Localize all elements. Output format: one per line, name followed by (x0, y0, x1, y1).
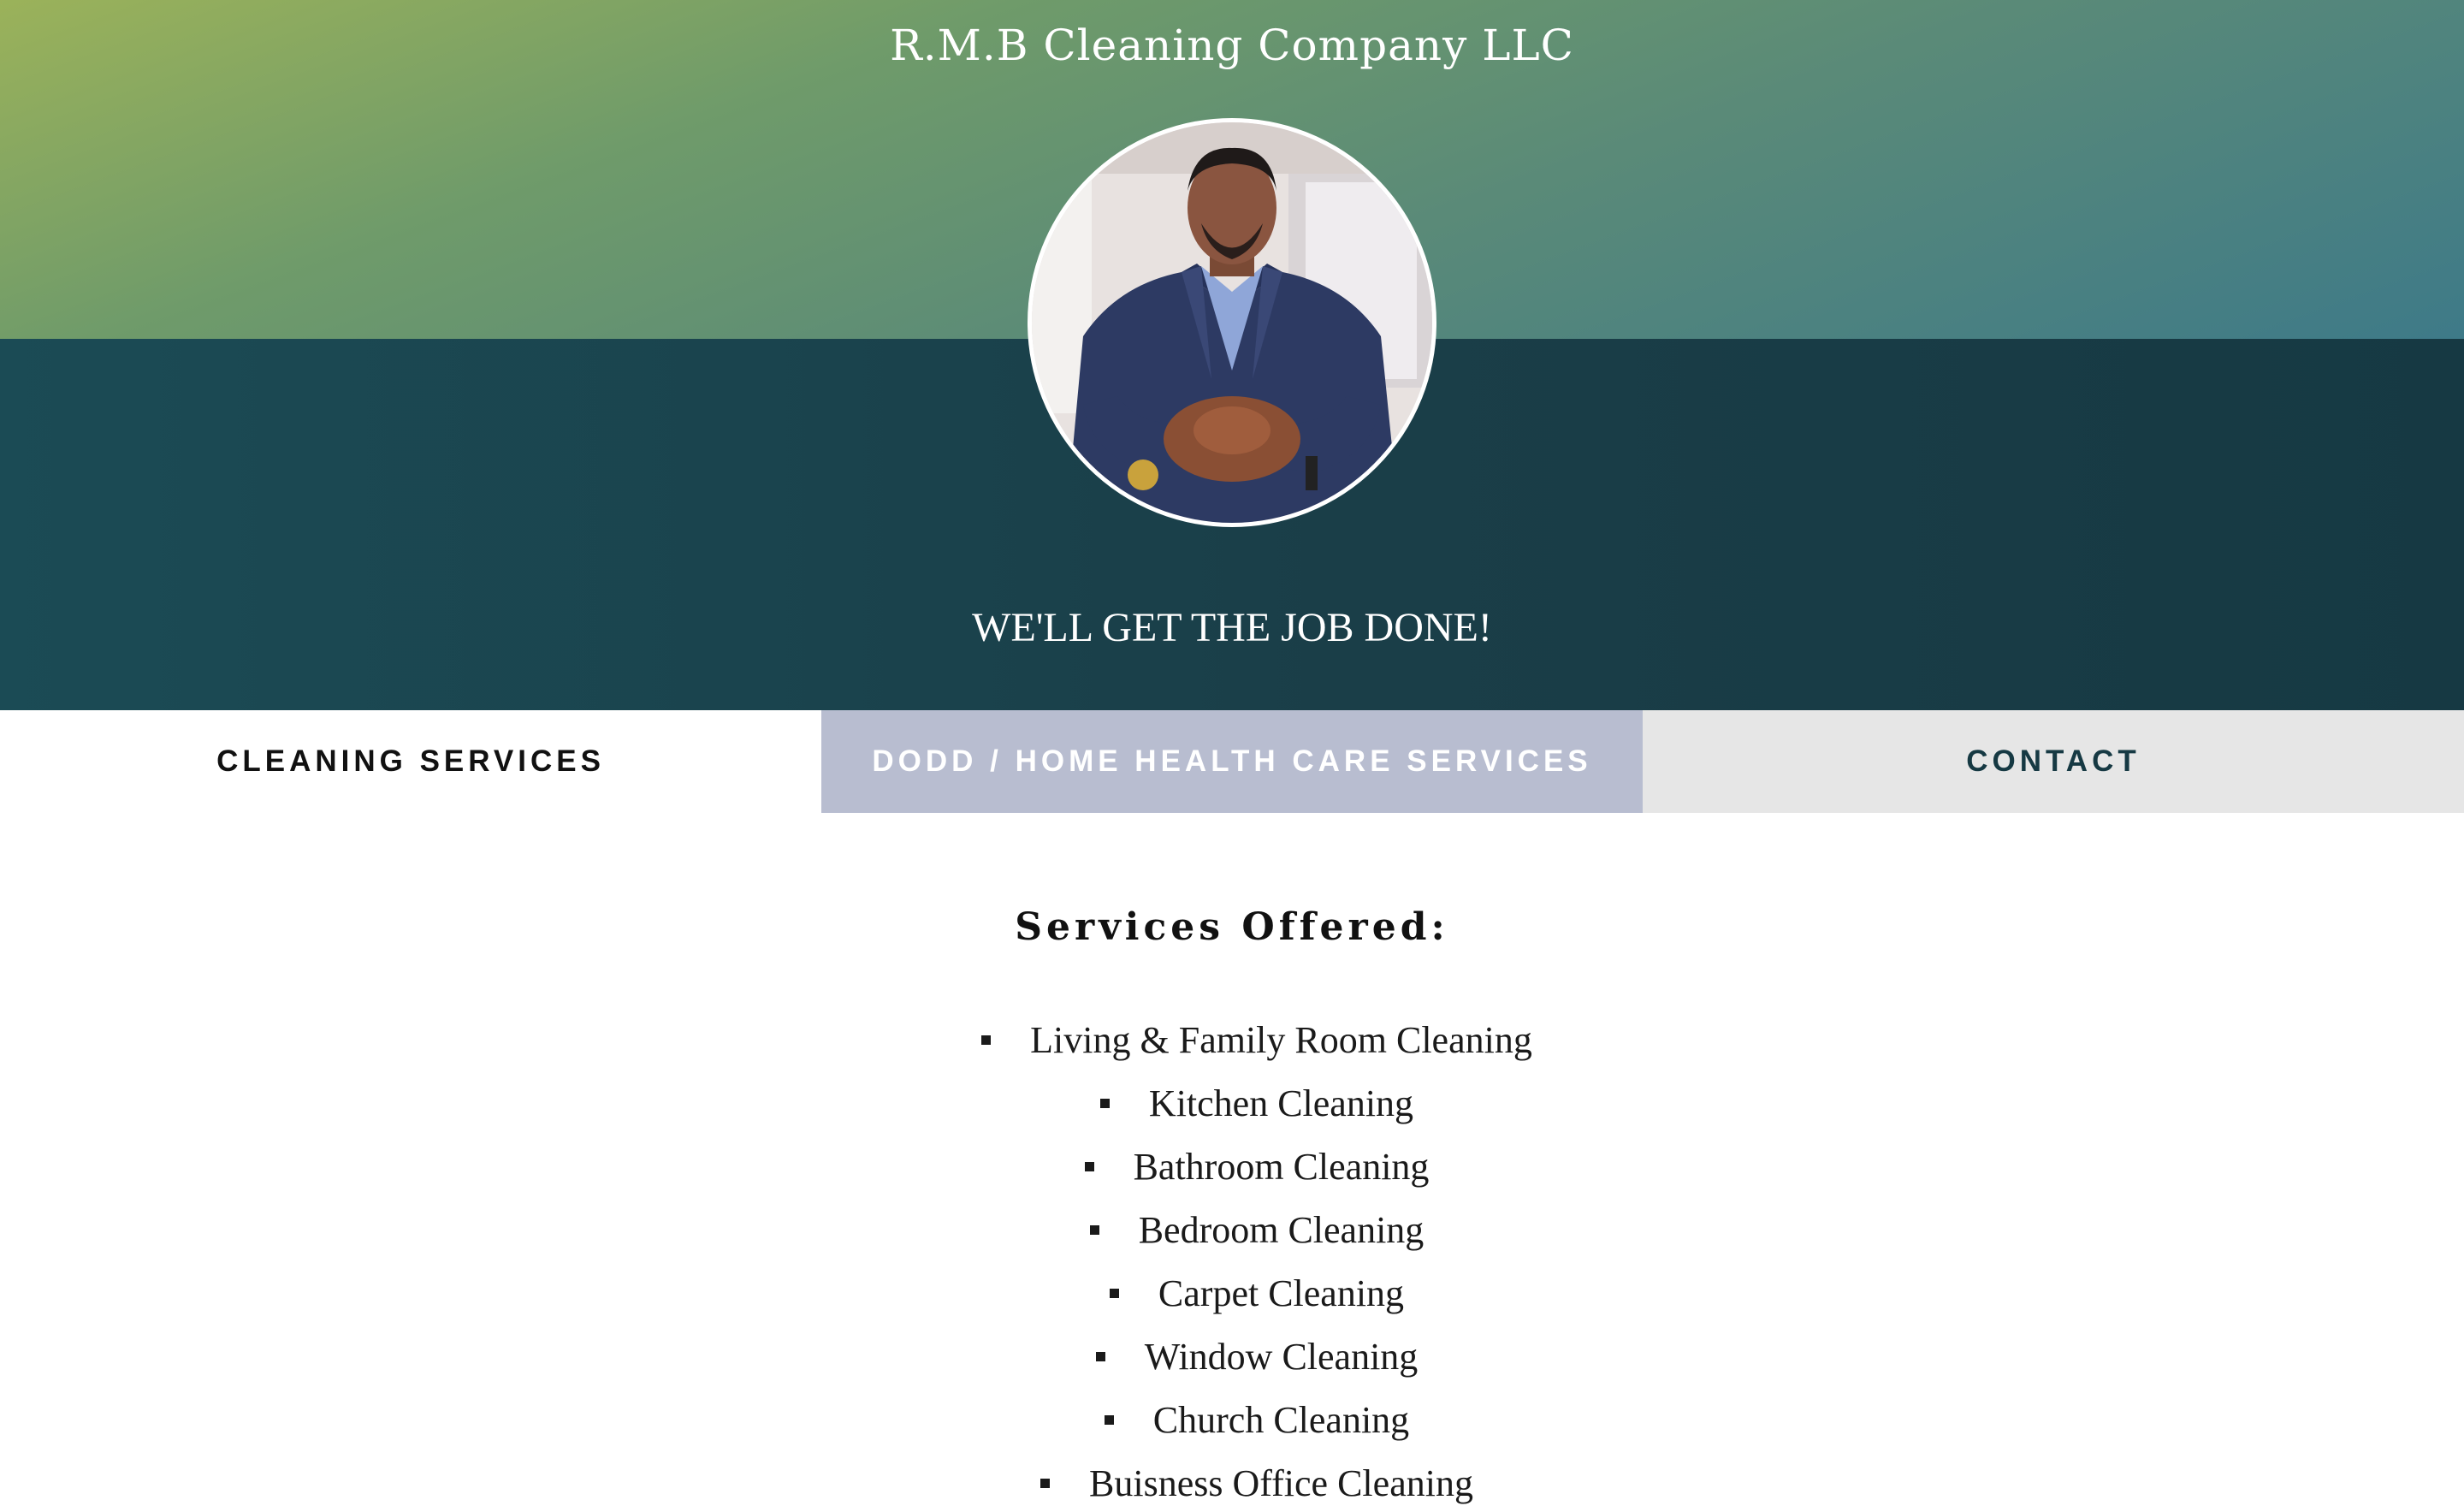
square-bullet-icon (1089, 1224, 1099, 1235)
square-bullet-icon (1104, 1414, 1114, 1425)
list-item: Window Cleaning (0, 1325, 2464, 1388)
service-label: Window Cleaning (1144, 1335, 1419, 1378)
list-item: Buisness Office Cleaning (0, 1451, 2464, 1506)
square-bullet-icon (1095, 1351, 1105, 1361)
site-title[interactable]: R.M.B Cleaning Company LLC (0, 21, 2464, 70)
section-title: Services Offered: (1015, 905, 1449, 949)
main-nav: CLEANING SERVICES DODD / HOME HEALTH CAR… (0, 710, 2464, 813)
list-item: Bathroom Cleaning (0, 1135, 2464, 1198)
list-item: Bedroom Cleaning (0, 1198, 2464, 1261)
service-label: Carpet Cleaning (1158, 1272, 1405, 1314)
service-label: Bedroom Cleaning (1138, 1208, 1424, 1251)
list-item: Church Cleaning (0, 1388, 2464, 1451)
service-label: Church Cleaning (1152, 1398, 1410, 1441)
service-label: Buisness Office Cleaning (1089, 1462, 1473, 1504)
square-bullet-icon (1099, 1098, 1110, 1108)
services-list: Living & Family Room Cleaning Kitchen Cl… (0, 1008, 2464, 1506)
list-item: Carpet Cleaning (0, 1261, 2464, 1325)
service-label: Kitchen Cleaning (1148, 1082, 1414, 1124)
nav-tab-cleaning-services[interactable]: CLEANING SERVICES (0, 710, 821, 813)
square-bullet-icon (1040, 1478, 1051, 1488)
tagline: WE'LL GET THE JOB DONE! (972, 605, 1492, 650)
list-item: Kitchen Cleaning (0, 1071, 2464, 1135)
list-item: Living & Family Room Cleaning (0, 1008, 2464, 1071)
profile-photo (1028, 118, 1436, 527)
nav-tab-contact[interactable]: CONTACT (1643, 710, 2464, 813)
page: R.M.B Cleaning Company LLC WE'LL GET THE… (0, 0, 2464, 1506)
square-bullet-icon (981, 1035, 992, 1045)
service-label: Living & Family Room Cleaning (1030, 1018, 1532, 1061)
nav-tab-home-health-care[interactable]: DODD / HOME HEALTH CARE SERVICES (821, 710, 1643, 813)
profile-photo-illustration (1032, 122, 1432, 523)
service-label: Bathroom Cleaning (1133, 1145, 1430, 1188)
square-bullet-icon (1084, 1161, 1094, 1171)
square-bullet-icon (1109, 1288, 1119, 1298)
